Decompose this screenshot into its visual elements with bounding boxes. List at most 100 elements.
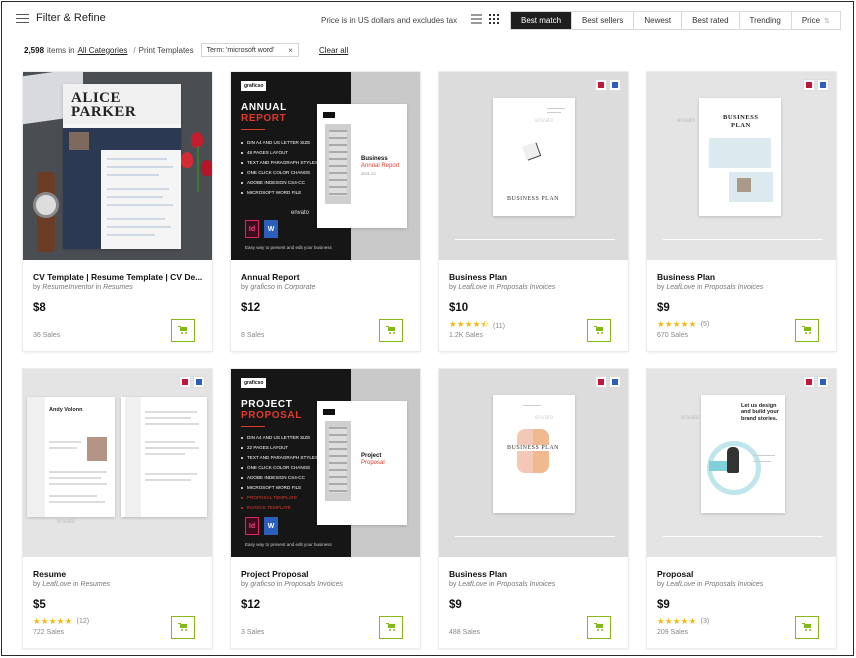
feature-text: TEXT AND PARAGRAPH STYLES [247, 160, 319, 165]
list-view-icon[interactable] [471, 14, 482, 24]
feature-item: ONE CLICK COLOR CHANGE [241, 168, 318, 178]
all-categories-link[interactable]: All Categories [78, 46, 128, 55]
rating-count: (12) [76, 618, 90, 625]
rating: ★★★★★ (5) [657, 319, 709, 330]
product-card[interactable]: Let us design and build your brand stori… [647, 369, 836, 648]
product-card[interactable]: graficso PROJECT PROPOSAL DIN A4 AND US … [231, 369, 420, 648]
category-link[interactable]: Proposals Invoices [497, 284, 556, 291]
resume-sheet-front: Andy Volonn [27, 397, 115, 517]
sort-tab-price[interactable]: Price ⇅ [792, 12, 840, 29]
author-link[interactable]: LeafLove [666, 284, 695, 291]
author-link[interactable]: ResumeInventor [42, 284, 93, 291]
annual-footer: Easy way to present and edit your busine… [245, 245, 332, 250]
filter-refine-button[interactable]: Filter & Refine [16, 12, 106, 24]
sort-tab-newest[interactable]: Newest [634, 12, 683, 29]
product-card[interactable]: Andy Volonn envato Resume by LeafLove in… [23, 369, 212, 648]
items-in-label: items in [47, 45, 75, 55]
product-thumbnail[interactable]: graficso ANNUAL REPORT DIN A4 AND US LET… [231, 72, 420, 260]
product-title[interactable]: Resume [33, 569, 205, 579]
cover-year: 2021-22 [361, 171, 376, 176]
product-card[interactable]: graficso ANNUAL REPORT DIN A4 AND US LET… [231, 72, 420, 351]
category-link[interactable]: Resumes [103, 284, 133, 291]
product-thumbnail[interactable]: Andy Volonn envato [23, 369, 212, 557]
author-link[interactable]: LeafLove [42, 581, 71, 588]
category-link[interactable]: Proposals Invoices [284, 581, 343, 588]
sort-tab-best-rated[interactable]: Best rated [682, 12, 740, 29]
envato-watermark: envato [57, 519, 76, 525]
indesign-app-icon: Id [245, 517, 259, 535]
results-count: 2,598 [24, 45, 45, 55]
category-link[interactable]: Proposals Invoices [705, 284, 764, 291]
product-thumbnail[interactable]: graficso PROJECT PROPOSAL DIN A4 AND US … [231, 369, 420, 557]
toolbar: Filter & Refine Price is in US dollars a… [2, 2, 853, 36]
product-byline: by graficso in Proposals Invoices [241, 581, 343, 588]
product-title[interactable]: Business Plan [449, 272, 621, 282]
sales-count: 36 Sales [33, 332, 61, 339]
brand-tag: graficso [241, 378, 267, 388]
product-thumbnail[interactable]: BUSINESS PLAN envato [439, 369, 628, 557]
product-title[interactable]: Proposal [657, 569, 829, 579]
add-to-cart-button[interactable] [379, 616, 403, 639]
author-link[interactable]: graficso [250, 581, 275, 588]
category-link[interactable]: Proposals Invoices [497, 581, 556, 588]
product-card[interactable]: ALICE PARKER CV Template | Resume Templa… [23, 72, 212, 351]
category-link[interactable]: Corporate [284, 284, 315, 291]
rating: ★★★★★ (12) [33, 616, 89, 627]
author-link[interactable]: LeafLove [458, 581, 487, 588]
brand-tag: graficso [241, 81, 267, 91]
tulip-graphic [181, 132, 212, 192]
product-byline: by LeafLove in Proposals Invoices [657, 581, 764, 588]
product-thumbnail[interactable]: Let us design and build your brand stori… [647, 369, 836, 557]
app-badges [595, 376, 621, 388]
product-price: $9 [657, 599, 670, 611]
grid-view-icon[interactable] [489, 14, 499, 24]
envato-watermark: envato [677, 118, 696, 124]
feature-text: DIN A4 AND US LETTER SIZE [247, 140, 311, 145]
term-chip-label: Term: 'microsoft word' [206, 46, 275, 54]
add-to-cart-button[interactable] [587, 319, 611, 342]
category-link[interactable]: Resumes [81, 581, 111, 588]
product-title[interactable]: Annual Report [241, 272, 413, 282]
sort-arrows-icon: ⇅ [824, 18, 830, 25]
bp2-title-a: BUSINESS [723, 114, 759, 121]
product-byline: by graficso in Corporate [241, 284, 316, 291]
sort-tab-best-sellers[interactable]: Best sellers [572, 12, 635, 29]
product-thumbnail[interactable]: ALICE PARKER [23, 72, 212, 260]
remove-term-icon[interactable]: × [288, 46, 293, 55]
add-to-cart-button[interactable] [171, 616, 195, 639]
product-card[interactable]: BUSINESS PLAN envato Business Plan by Le… [647, 72, 836, 351]
add-to-cart-button[interactable] [795, 616, 819, 639]
author-link[interactable]: LeafLove [666, 581, 695, 588]
bullet-icon [241, 142, 243, 144]
feature-text: ADOBE INDESIGN CS4-CC [247, 475, 305, 480]
author-link[interactable]: LeafLove [458, 284, 487, 291]
product-title[interactable]: CV Template | Resume Template | CV De... [33, 272, 205, 282]
bullet-icon [241, 447, 243, 449]
sales-count: 488 Sales [449, 629, 481, 636]
sales-count: 1.2K Sales [449, 332, 483, 339]
add-to-cart-button[interactable] [379, 319, 403, 342]
product-thumbnail[interactable]: BUSINESS PLAN envato [439, 72, 628, 260]
sort-tab-trending[interactable]: Trending [740, 12, 792, 29]
business-plan-sheet: BUSINESS PLAN [493, 98, 575, 216]
product-card[interactable]: BUSINESS PLAN envato Business Plan by Le… [439, 369, 628, 648]
sort-tab-best-match[interactable]: Best match [511, 12, 573, 29]
clear-all-link[interactable]: Clear all [319, 46, 348, 55]
filter-label: Filter & Refine [36, 12, 106, 24]
cart-icon [802, 326, 812, 335]
shelf-line [663, 536, 823, 537]
feature-text: MICROSOFT WORD FILE [247, 485, 302, 490]
feature-item: ADOBE INDESIGN CS4-CC [241, 178, 318, 188]
category-link[interactable]: Proposals Invoices [705, 581, 764, 588]
product-title[interactable]: Business Plan [657, 272, 829, 282]
product-thumbnail[interactable]: BUSINESS PLAN envato [647, 72, 836, 260]
add-to-cart-button[interactable] [587, 616, 611, 639]
product-title[interactable]: Business Plan [449, 569, 621, 579]
add-to-cart-button[interactable] [171, 319, 195, 342]
add-to-cart-button[interactable] [795, 319, 819, 342]
cv-last-name: PARKER [71, 104, 137, 120]
product-title[interactable]: Project Proposal [241, 569, 413, 579]
author-link[interactable]: graficso [250, 284, 275, 291]
product-card[interactable]: BUSINESS PLAN envato Business Plan by Le… [439, 72, 628, 351]
product-byline: by ResumeInventor in Resumes [33, 284, 133, 291]
